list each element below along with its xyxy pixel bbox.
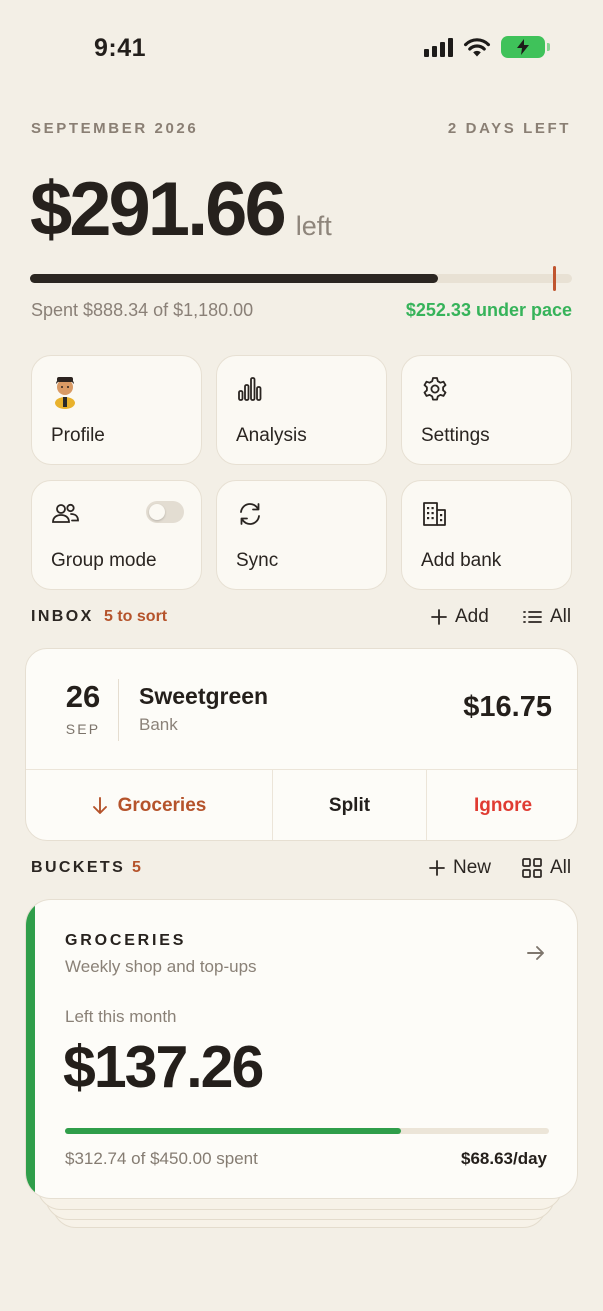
date-divider <box>118 679 119 741</box>
transaction-month: SEP <box>65 721 101 737</box>
gear-icon <box>423 377 447 401</box>
budget-period: SEPTEMBER 2026 <box>31 120 199 137</box>
bucket-progress-fill <box>65 1128 402 1134</box>
status-bar: 9:41 <box>0 0 603 90</box>
bucket-spent-summary: $312.74 of $450.00 spent <box>65 1149 258 1168</box>
list-icon <box>523 611 542 623</box>
group-mode-toggle[interactable] <box>146 501 184 523</box>
inbox-all-button[interactable]: All <box>523 606 571 628</box>
new-bucket-button[interactable]: New <box>429 857 491 879</box>
analysis-tile[interactable]: Analysis <box>216 355 387 465</box>
transaction-merchant: Sweetgreen <box>139 683 269 709</box>
add-bank-tile[interactable]: Add bank <box>401 480 572 590</box>
status-icons <box>424 36 550 58</box>
sync-tile-label: Sync <box>236 550 279 571</box>
wifi-icon <box>464 37 490 56</box>
transaction-date: 26 SEP <box>48 679 118 737</box>
remaining-amount-suffix: left <box>295 211 332 241</box>
plus-icon <box>431 609 447 625</box>
inbox-add-label: Add <box>455 606 489 627</box>
assign-category-button[interactable]: Groceries <box>26 770 272 840</box>
cellular-signal-icon <box>424 37 453 57</box>
bar-chart-icon <box>238 377 262 401</box>
buckets-all-button[interactable]: All <box>522 857 571 879</box>
budget-progress-fill <box>30 274 439 283</box>
settings-tile-label: Settings <box>421 425 490 446</box>
inbox-count: 5 to sort <box>104 608 168 625</box>
transaction-amount: $16.75 <box>463 691 552 723</box>
bucket-progress-bar <box>65 1128 549 1134</box>
bucket-accent-bar <box>26 900 35 1198</box>
arrow-right-icon[interactable] <box>525 942 547 964</box>
buckets-count: 5 <box>132 859 141 876</box>
sync-icon <box>240 503 260 525</box>
pace-status: $252.33 under pace <box>405 300 572 320</box>
ignore-label: Ignore <box>473 795 533 816</box>
transaction-day: 26 <box>65 679 101 714</box>
transaction-source: Bank <box>139 715 178 734</box>
spent-summary: Spent $888.34 of $1,180.00 <box>31 300 254 320</box>
settings-tile[interactable]: Settings <box>401 355 572 465</box>
analysis-tile-label: Analysis <box>236 425 307 446</box>
split-label: Split <box>328 795 371 816</box>
status-time: 9:41 <box>94 34 147 62</box>
group-mode-tile[interactable]: Group mode <box>31 480 202 590</box>
buckets-all-label: All <box>550 857 572 878</box>
assign-category-label: Groceries <box>117 795 207 816</box>
bucket-left-label: Left this month <box>65 1007 177 1026</box>
plus-icon <box>429 860 445 876</box>
inbox-add-button[interactable]: Add <box>431 606 489 628</box>
profile-tile-label: Profile <box>51 425 105 446</box>
transaction-actions: Groceries Split Ignore <box>26 769 577 840</box>
budget-progress-bar <box>30 274 572 283</box>
new-bucket-label: New <box>453 857 492 878</box>
buckets-title: BUCKETS <box>31 859 126 876</box>
people-icon <box>52 503 79 523</box>
bucket-daily-allowance: $68.63/day <box>460 1149 547 1168</box>
pace-marker <box>553 266 556 291</box>
sync-tile[interactable]: Sync <box>216 480 387 590</box>
avatar-icon <box>55 377 75 409</box>
group-mode-tile-label: Group mode <box>51 550 157 571</box>
days-left-label: 2 DAYS LEFT <box>447 120 571 137</box>
remaining-amount: $291.66 left <box>30 166 332 253</box>
bucket-amount-left: $137.26 <box>63 1034 264 1100</box>
grid-icon <box>522 858 542 878</box>
remaining-amount-value: $291.66 <box>30 167 287 252</box>
split-button[interactable]: Split <box>272 770 426 840</box>
arrow-down-icon <box>92 797 107 814</box>
bucket-description: Weekly shop and top-ups <box>65 957 257 976</box>
inbox-all-label: All <box>550 606 572 627</box>
inbox-title: INBOX <box>31 608 94 625</box>
ignore-button[interactable]: Ignore <box>426 770 577 840</box>
add-bank-tile-label: Add bank <box>421 550 502 571</box>
bucket-name: GROCERIES <box>65 932 187 949</box>
inbox-transaction-card[interactable]: 26 SEP Sweetgreen Bank $16.75 Groceries … <box>25 648 578 841</box>
charging-bolt-icon <box>517 39 529 55</box>
profile-tile[interactable]: Profile <box>31 355 202 465</box>
bucket-card-groceries[interactable]: GROCERIES Weekly shop and top-ups Left t… <box>25 899 578 1199</box>
battery-icon <box>501 36 550 58</box>
building-icon <box>423 502 446 526</box>
